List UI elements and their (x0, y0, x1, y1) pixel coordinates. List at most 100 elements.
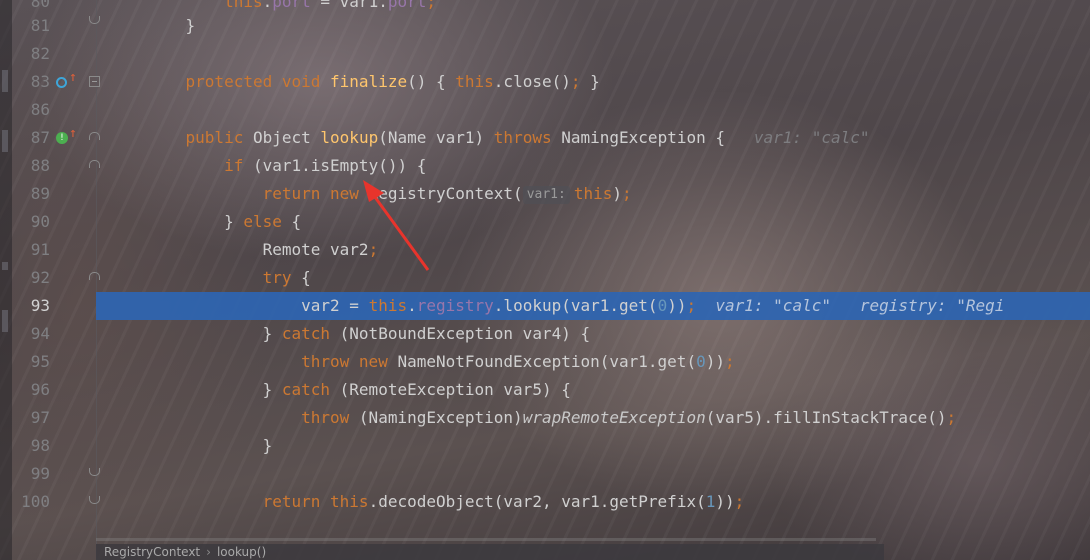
code-token: )) (705, 352, 725, 371)
code-token: this (573, 184, 613, 203)
code-token: ; (570, 72, 591, 91)
line-number[interactable]: 99 (14, 460, 50, 488)
code-token: Remote var2 (262, 240, 369, 259)
parameter-hint: var1: (522, 186, 570, 204)
code-token: (Name var1) (378, 128, 494, 147)
line-number[interactable]: 92 (14, 264, 50, 292)
code-token: = var1. (310, 0, 388, 11)
code-token: public (185, 128, 253, 147)
code-token: } (590, 72, 600, 91)
code-text: return this.decodeObject(var2, var1.getP… (147, 488, 745, 516)
code-token: } (262, 436, 273, 455)
code-token: ; (686, 296, 697, 315)
code-token: port (272, 0, 311, 11)
code-token: ; (724, 352, 735, 371)
code-token: ; (946, 408, 957, 427)
fold-start-icon[interactable] (89, 160, 100, 168)
line-number[interactable]: 83 (14, 68, 50, 96)
code-token: throw new (301, 352, 398, 371)
code-line[interactable]: 88 if (var1.isEmpty()) { (0, 152, 1090, 180)
code-token: wrapRemoteException (522, 408, 706, 427)
line-number[interactable]: 93 (14, 292, 50, 320)
code-text: public Object lookup(Name var1) throws N… (147, 124, 870, 152)
line-number[interactable]: 90 (14, 208, 50, 236)
code-token: Object (252, 128, 321, 147)
line-number[interactable]: 89 (14, 180, 50, 208)
implements-arrow-icon[interactable]: ↑ (69, 127, 77, 141)
code-token: catch (281, 380, 340, 399)
code-line[interactable]: 96 } catch (RemoteException var5) { (0, 376, 1090, 404)
code-token: this (455, 72, 494, 91)
code-token: lookup (320, 128, 379, 147)
line-number[interactable]: 81 (14, 12, 50, 40)
code-token: ; (622, 184, 632, 203)
code-line[interactable]: 86 (0, 96, 1090, 124)
override-marker-icon[interactable] (56, 77, 67, 88)
code-token: { (301, 268, 311, 287)
line-number[interactable]: 91 (14, 236, 50, 264)
code-line[interactable]: 91 Remote var2; (0, 236, 1090, 264)
code-line[interactable]: 87 public Object lookup(Name var1) throw… (0, 124, 1090, 152)
code-token: . (407, 296, 417, 315)
code-line[interactable]: 99 (0, 460, 1090, 488)
line-number[interactable]: 97 (14, 404, 50, 432)
line-number[interactable]: 96 (14, 376, 50, 404)
code-line[interactable]: 83 protected void finalize() { this.clos… (0, 68, 1090, 96)
code-token: this (368, 296, 408, 315)
code-token: finalize (330, 72, 408, 91)
fold-toggle-icon[interactable] (89, 76, 100, 87)
code-text: Remote var2; (147, 236, 379, 264)
code-token: ) (612, 184, 622, 203)
implements-arrow-icon[interactable]: ↑ (69, 71, 77, 85)
code-text: if (var1.isEmpty()) { (147, 152, 426, 180)
code-line[interactable]: 94 } catch (NotBoundException var4) { (0, 320, 1090, 348)
code-token: RegistryContext( (368, 184, 523, 203)
code-token: )) (667, 296, 687, 315)
code-text: throw new NameNotFoundException(var1.get… (147, 348, 735, 376)
line-number[interactable]: 87 (14, 124, 50, 152)
code-token: } (262, 324, 282, 343)
implementation-marker-icon[interactable]: ! (56, 132, 68, 144)
code-line[interactable]: 81 } (0, 12, 1090, 40)
code-token: catch (281, 324, 340, 343)
code-token: } (224, 212, 244, 231)
code-text: return new RegistryContext(var1: this); (147, 180, 632, 208)
code-token: (var1.isEmpty()) { (252, 156, 427, 175)
line-number[interactable]: 95 (14, 348, 50, 376)
breadcrumb-separator: › (206, 545, 211, 559)
code-text: } catch (NotBoundException var4) { (147, 320, 591, 348)
line-number[interactable]: 82 (14, 40, 50, 68)
code-token: )) (715, 492, 735, 511)
code-token: } (185, 16, 196, 35)
code-token: var2 = (301, 296, 369, 315)
line-number[interactable]: 100 (14, 488, 50, 516)
current-execution-line[interactable]: var2 = this.registry.lookup(var1.get(0))… (96, 292, 1090, 320)
fold-start-icon[interactable] (89, 132, 100, 140)
code-token: () { (407, 72, 456, 91)
breadcrumb-method[interactable]: lookup() (217, 545, 266, 559)
line-number[interactable]: 88 (14, 152, 50, 180)
line-number[interactable]: 94 (14, 320, 50, 348)
code-line[interactable]: 90 } else { (0, 208, 1090, 236)
code-line[interactable]: 97 throw (NamingException)wrapRemoteExce… (0, 404, 1090, 432)
code-line[interactable]: 95 throw new NameNotFoundException(var1.… (0, 348, 1090, 376)
code-line[interactable]: 98 } (0, 432, 1090, 460)
horizontal-scrollbar[interactable] (96, 538, 876, 541)
code-token: ; (368, 240, 379, 259)
line-number[interactable]: 98 (14, 432, 50, 460)
code-line[interactable]: 82 (0, 40, 1090, 68)
code-line[interactable]: 89 return new RegistryContext(var1: this)… (0, 180, 1090, 208)
code-line[interactable]: 100 return this.decodeObject(var2, var1.… (0, 488, 1090, 516)
code-line[interactable]: 92 try { (0, 264, 1090, 292)
fold-start-icon[interactable] (89, 272, 100, 280)
code-token: return this (262, 492, 369, 511)
breadcrumb-class[interactable]: RegistryContext (104, 545, 200, 559)
line-number[interactable]: 86 (14, 96, 50, 124)
code-token: (var5).fillInStackTrace() (705, 408, 947, 427)
code-text: } catch (RemoteException var5) { (147, 376, 571, 404)
code-token: 1 (705, 492, 716, 511)
code-token: } (262, 380, 282, 399)
code-token: .lookup(var1.get( (493, 296, 658, 315)
code-text: throw (NamingException)wrapRemoteExcepti… (147, 404, 956, 432)
code-token: .decodeObject(var2, var1.getPrefix( (368, 492, 706, 511)
